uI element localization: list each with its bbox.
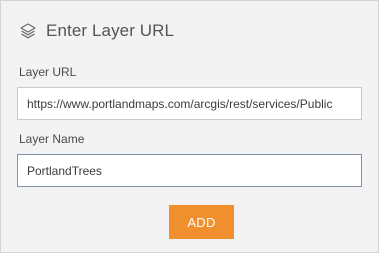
add-button[interactable]: ADD	[169, 205, 234, 239]
panel-header: Enter Layer URL	[19, 18, 174, 44]
layer-url-input[interactable]	[17, 87, 362, 120]
layer-name-input[interactable]	[17, 154, 362, 187]
layers-icon	[19, 22, 37, 40]
layer-name-label: Layer Name	[19, 132, 85, 146]
enter-layer-url-panel: Enter Layer URL Layer URL Layer Name ADD	[0, 0, 379, 253]
panel-title: Enter Layer URL	[46, 21, 175, 40]
layer-url-label: Layer URL	[19, 65, 77, 79]
